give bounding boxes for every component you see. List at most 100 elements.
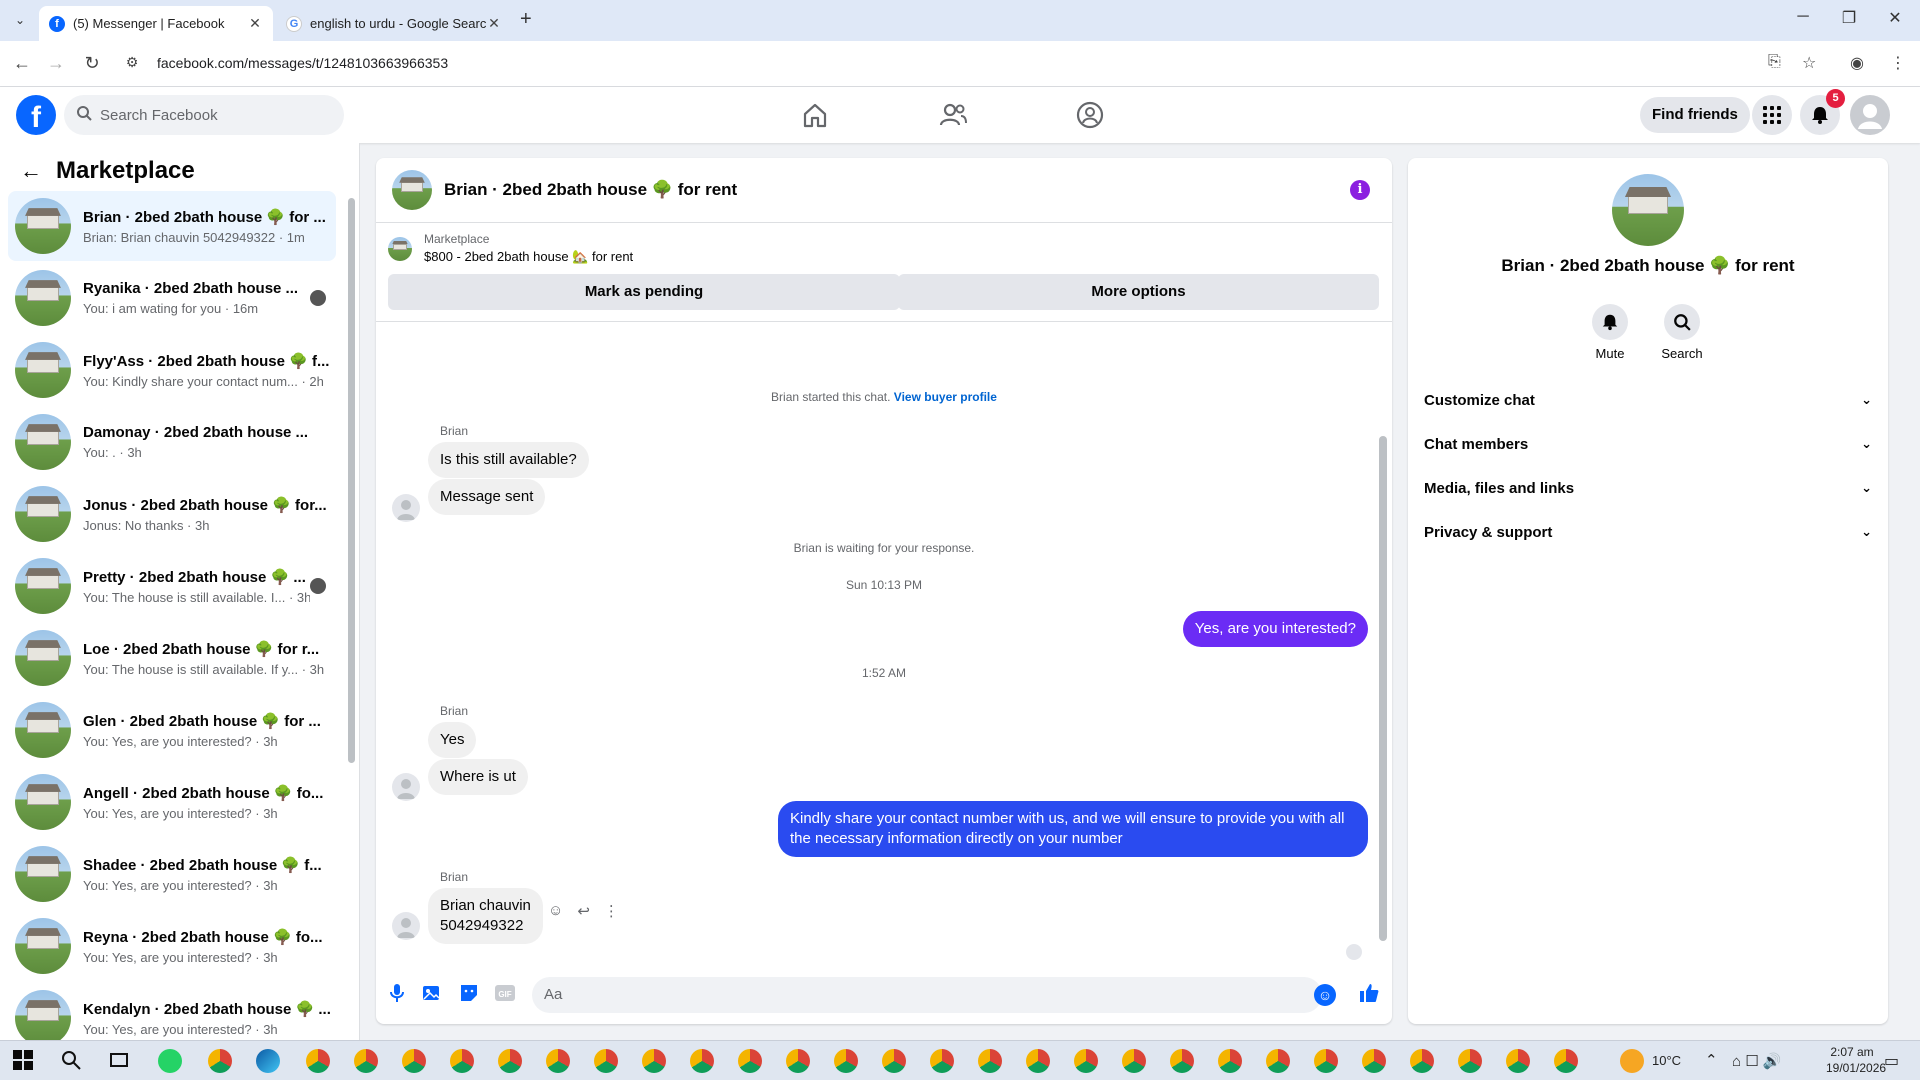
gif-icon[interactable]: GIF [494, 982, 516, 1004]
media-files-links-section[interactable]: Media, files and links ⌄ [1424, 468, 1872, 508]
groups-icon[interactable] [1074, 99, 1106, 131]
close-tab-icon[interactable]: ✕ [486, 15, 502, 32]
chat-scrollbar[interactable] [1379, 436, 1387, 941]
chevron-up-icon[interactable]: ⌃ [1705, 1051, 1718, 1069]
url-field[interactable]: facebook.com/messages/t/1248103663966353 [157, 55, 448, 71]
conversation-item[interactable]: Flyy'Ass · 2bed 2bath house 🌳 f... You: K… [8, 335, 336, 405]
browser-tab-messenger[interactable]: f (5) Messenger | Facebook ✕ [39, 6, 273, 41]
bookmark-star-icon[interactable]: ☆ [1802, 53, 1816, 73]
chrome-profile-icon[interactable] [1458, 1049, 1482, 1073]
outgoing-message[interactable]: Kindly share your contact number with us… [778, 801, 1368, 857]
incoming-message[interactable]: Where is ut [428, 759, 528, 795]
chrome-profile-icon[interactable] [1410, 1049, 1434, 1073]
search-in-chat-button[interactable]: Search [1652, 304, 1712, 361]
more-actions-icon[interactable]: ⋮ [604, 902, 619, 920]
chrome-profile-icon[interactable] [930, 1049, 954, 1073]
incoming-message[interactable]: Is this still available? [428, 442, 589, 478]
chrome-profile-icon[interactable] [642, 1049, 666, 1073]
conversation-item[interactable]: Damonay · 2bed 2bath house ... You: . · 3… [8, 407, 336, 477]
conversation-item[interactable]: Shadee · 2bed 2bath house 🌳 f... You: Yes… [8, 839, 336, 909]
browser-menu-icon[interactable]: ⋮ [1890, 53, 1906, 73]
mute-button[interactable]: Mute [1580, 304, 1640, 361]
reload-icon[interactable]: ↻ [80, 53, 104, 74]
incoming-message[interactable]: Yes [428, 722, 477, 758]
incoming-message[interactable]: Message sent [428, 479, 546, 515]
more-options-button[interactable]: More options [898, 274, 1379, 310]
customize-chat-section[interactable]: Customize chat ⌄ [1424, 380, 1872, 420]
chrome-icon[interactable] [208, 1049, 232, 1073]
info-icon[interactable]: i [1350, 180, 1370, 200]
close-window-button[interactable]: ✕ [1872, 8, 1918, 28]
mark-as-pending-button[interactable]: Mark as pending [388, 274, 900, 310]
notification-center-icon[interactable]: ▭ [1884, 1051, 1899, 1071]
edge-icon[interactable] [256, 1049, 280, 1073]
task-view-icon[interactable] [108, 1049, 132, 1073]
conversation-item[interactable]: Loe · 2bed 2bath house 🌳 for r... You: Th… [8, 623, 336, 693]
conversation-item[interactable]: Kendalyn · 2bed 2bath house 🌳 ... You: Ye… [8, 983, 336, 1040]
conversation-item[interactable]: Reyna · 2bed 2bath house 🌳 fo... You: Yes… [8, 911, 336, 981]
emoji-icon[interactable]: ☺ [1314, 984, 1336, 1006]
chrome-profile-icon[interactable] [882, 1049, 906, 1073]
react-emoji-icon[interactable]: ☺ [548, 902, 563, 920]
conversation-item[interactable]: Angell · 2bed 2bath house 🌳 fo... You: Ye… [8, 767, 336, 837]
friends-icon[interactable] [937, 99, 969, 131]
system-tray-icons[interactable]: ⌂ ☐ 🔊 [1732, 1052, 1782, 1070]
chrome-profile-icon[interactable] [402, 1049, 426, 1073]
find-friends-button[interactable]: Find friends [1640, 97, 1750, 133]
windows-start-icon[interactable] [12, 1049, 36, 1073]
search-icon[interactable] [60, 1049, 84, 1073]
restore-window-button[interactable]: ❐ [1826, 8, 1872, 28]
chrome-profile-icon[interactable] [1122, 1049, 1146, 1073]
sticker-icon[interactable] [458, 982, 480, 1004]
chat-avatar[interactable] [392, 170, 432, 210]
back-arrow-icon[interactable]: ← [10, 53, 34, 74]
new-tab-button[interactable]: + [520, 8, 532, 31]
conversation-item[interactable]: Pretty · 2bed 2bath house 🌳 ... You: The … [8, 551, 336, 621]
chrome-profile-icon[interactable] [354, 1049, 378, 1073]
sender-avatar[interactable] [392, 773, 420, 801]
chrome-profile-icon[interactable] [1026, 1049, 1050, 1073]
outgoing-message[interactable]: Yes, are you interested? [1182, 611, 1368, 647]
browser-tab-google[interactable]: G english to urdu - Google Search ✕ [276, 6, 512, 41]
profile-icon[interactable]: ◉ [1850, 53, 1864, 73]
listing-summary[interactable]: Marketplace $800 - 2bed 2bath house 🏡 fo… [388, 232, 633, 265]
view-buyer-profile-link[interactable]: View buyer profile [894, 390, 997, 404]
chrome-profile-icon[interactable] [834, 1049, 858, 1073]
site-info-icon[interactable]: ⚙ [124, 54, 140, 71]
chrome-profile-icon[interactable] [1074, 1049, 1098, 1073]
like-thumb-icon[interactable] [1358, 982, 1380, 1004]
account-avatar[interactable] [1850, 95, 1890, 135]
chrome-profile-icon[interactable] [690, 1049, 714, 1073]
sender-avatar[interactable] [392, 494, 420, 522]
chrome-profile-icon[interactable] [1170, 1049, 1194, 1073]
sidebar-scrollbar[interactable] [348, 198, 355, 763]
reply-icon[interactable]: ↩ [577, 902, 590, 920]
chat-title[interactable]: Brian · 2bed 2bath house 🌳 for rent [444, 180, 737, 200]
chrome-profile-icon[interactable] [978, 1049, 1002, 1073]
clock[interactable]: 2:07 am 19/01/2026 [1826, 1045, 1886, 1075]
tab-search-button[interactable]: ⌄ [10, 10, 30, 30]
chrome-profile-icon[interactable] [786, 1049, 810, 1073]
chrome-profile-icon[interactable] [1314, 1049, 1338, 1073]
chrome-profile-icon[interactable] [450, 1049, 474, 1073]
weather-icon[interactable] [1620, 1049, 1644, 1073]
chrome-profile-icon[interactable] [1506, 1049, 1530, 1073]
chrome-profile-icon[interactable] [498, 1049, 522, 1073]
incoming-message[interactable]: Brian chauvin 5042949322 [428, 888, 543, 944]
chrome-profile-icon[interactable] [306, 1049, 330, 1073]
install-app-icon[interactable]: ⎘ [1768, 53, 1781, 71]
minimize-window-button[interactable]: ─ [1780, 8, 1826, 26]
chrome-profile-icon[interactable] [1362, 1049, 1386, 1073]
microphone-icon[interactable] [386, 982, 408, 1004]
profile-avatar[interactable] [1612, 174, 1684, 246]
chrome-profile-icon[interactable] [1266, 1049, 1290, 1073]
chrome-profile-icon[interactable] [738, 1049, 762, 1073]
sender-avatar[interactable] [392, 912, 420, 940]
chrome-profile-icon[interactable] [1554, 1049, 1578, 1073]
chrome-profile-icon[interactable] [594, 1049, 618, 1073]
forward-arrow-icon[interactable]: → [44, 53, 68, 74]
facebook-search-input[interactable]: Search Facebook [64, 95, 344, 135]
message-input[interactable]: Aa [532, 977, 1322, 1013]
chrome-profile-icon[interactable] [546, 1049, 570, 1073]
whatsapp-icon[interactable] [158, 1049, 182, 1073]
